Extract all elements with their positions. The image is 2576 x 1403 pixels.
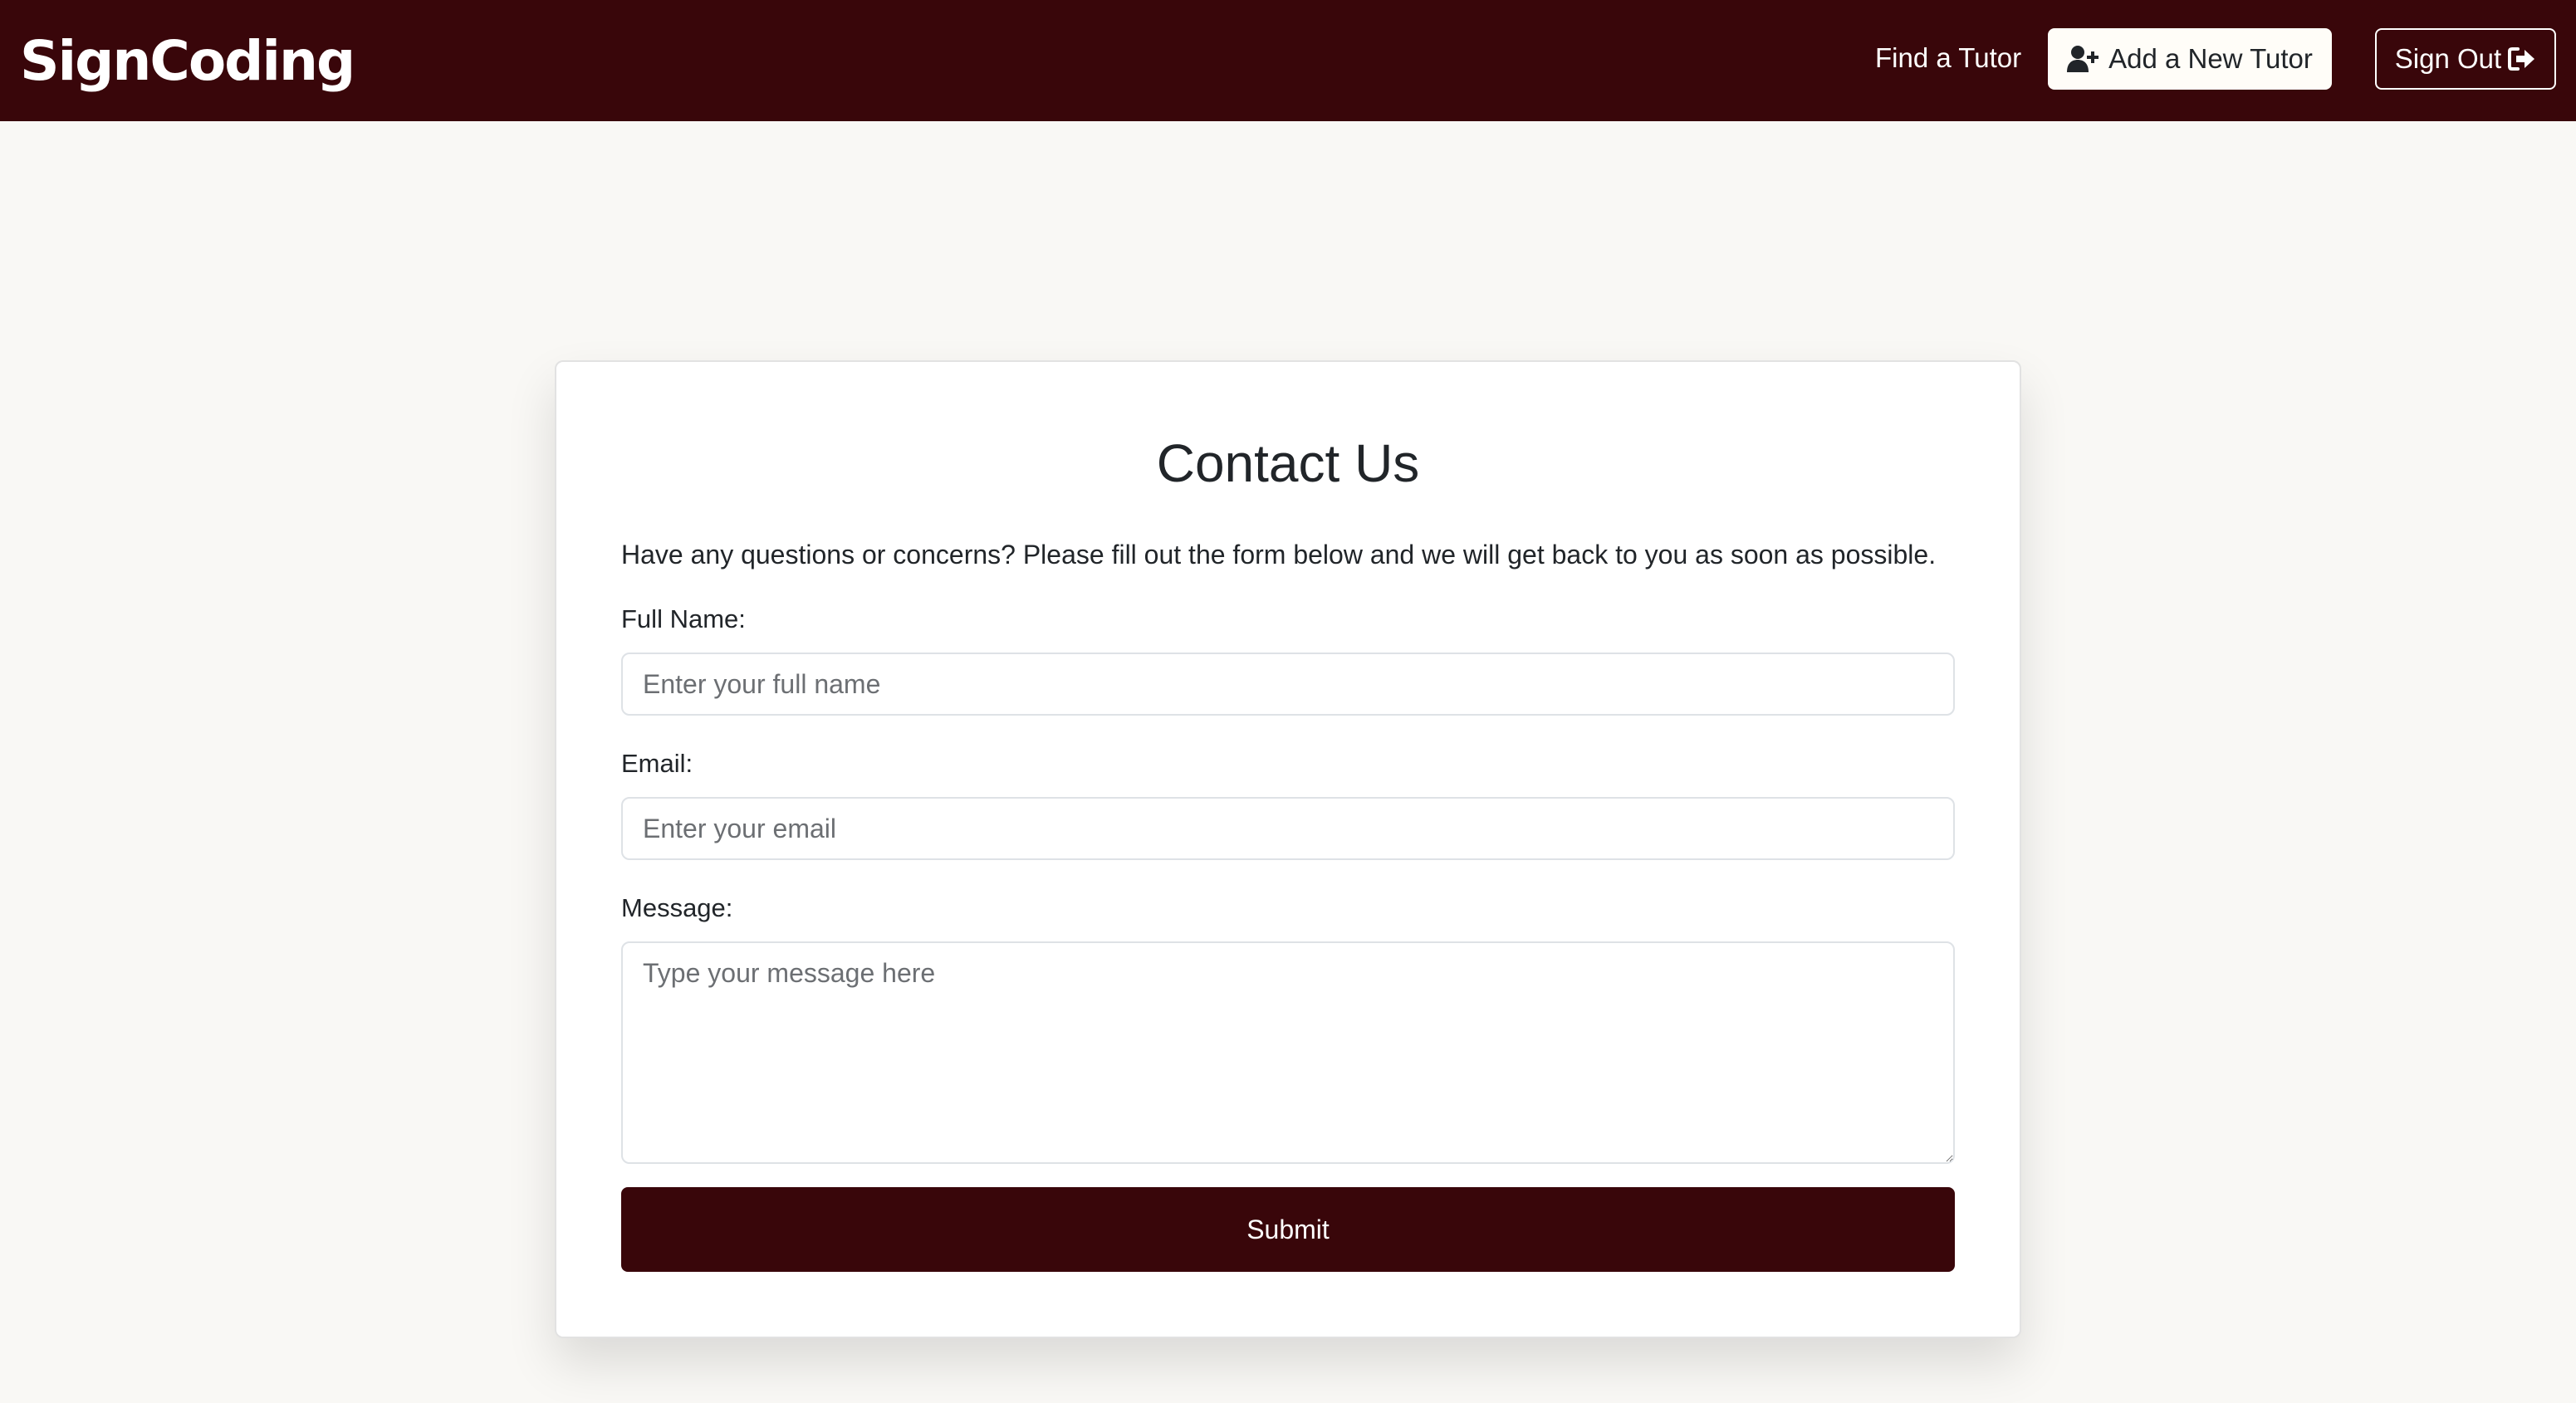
email-input[interactable]	[621, 797, 1955, 860]
find-tutor-link[interactable]: Find a Tutor	[1875, 38, 2021, 78]
submit-button[interactable]: Submit	[621, 1187, 1955, 1272]
full-name-input[interactable]	[621, 653, 1955, 716]
brand-logo[interactable]: SignCoding	[20, 28, 355, 95]
full-name-label: Full Name:	[621, 604, 746, 633]
intro-text: Have any questions or concerns? Please f…	[621, 540, 1937, 570]
sign-out-label: Sign Out	[2394, 43, 2502, 74]
email-label: Email:	[621, 749, 693, 778]
page-title: Contact Us	[1156, 433, 1420, 493]
add-tutor-label: Add a New Tutor	[2108, 43, 2313, 74]
add-tutor-button[interactable]: Add a New Tutor	[2048, 28, 2332, 90]
contact-card: Contact Us Have any questions or concern…	[555, 360, 2021, 1338]
message-textarea[interactable]	[621, 941, 1955, 1164]
message-label: Message:	[621, 893, 733, 922]
user-plus-icon	[2067, 45, 2100, 73]
sign-out-icon	[2508, 46, 2536, 71]
top-navbar: SignCoding Find a Tutor Add a New Tutor …	[0, 0, 2576, 121]
sign-out-button[interactable]: Sign Out	[2375, 28, 2556, 90]
